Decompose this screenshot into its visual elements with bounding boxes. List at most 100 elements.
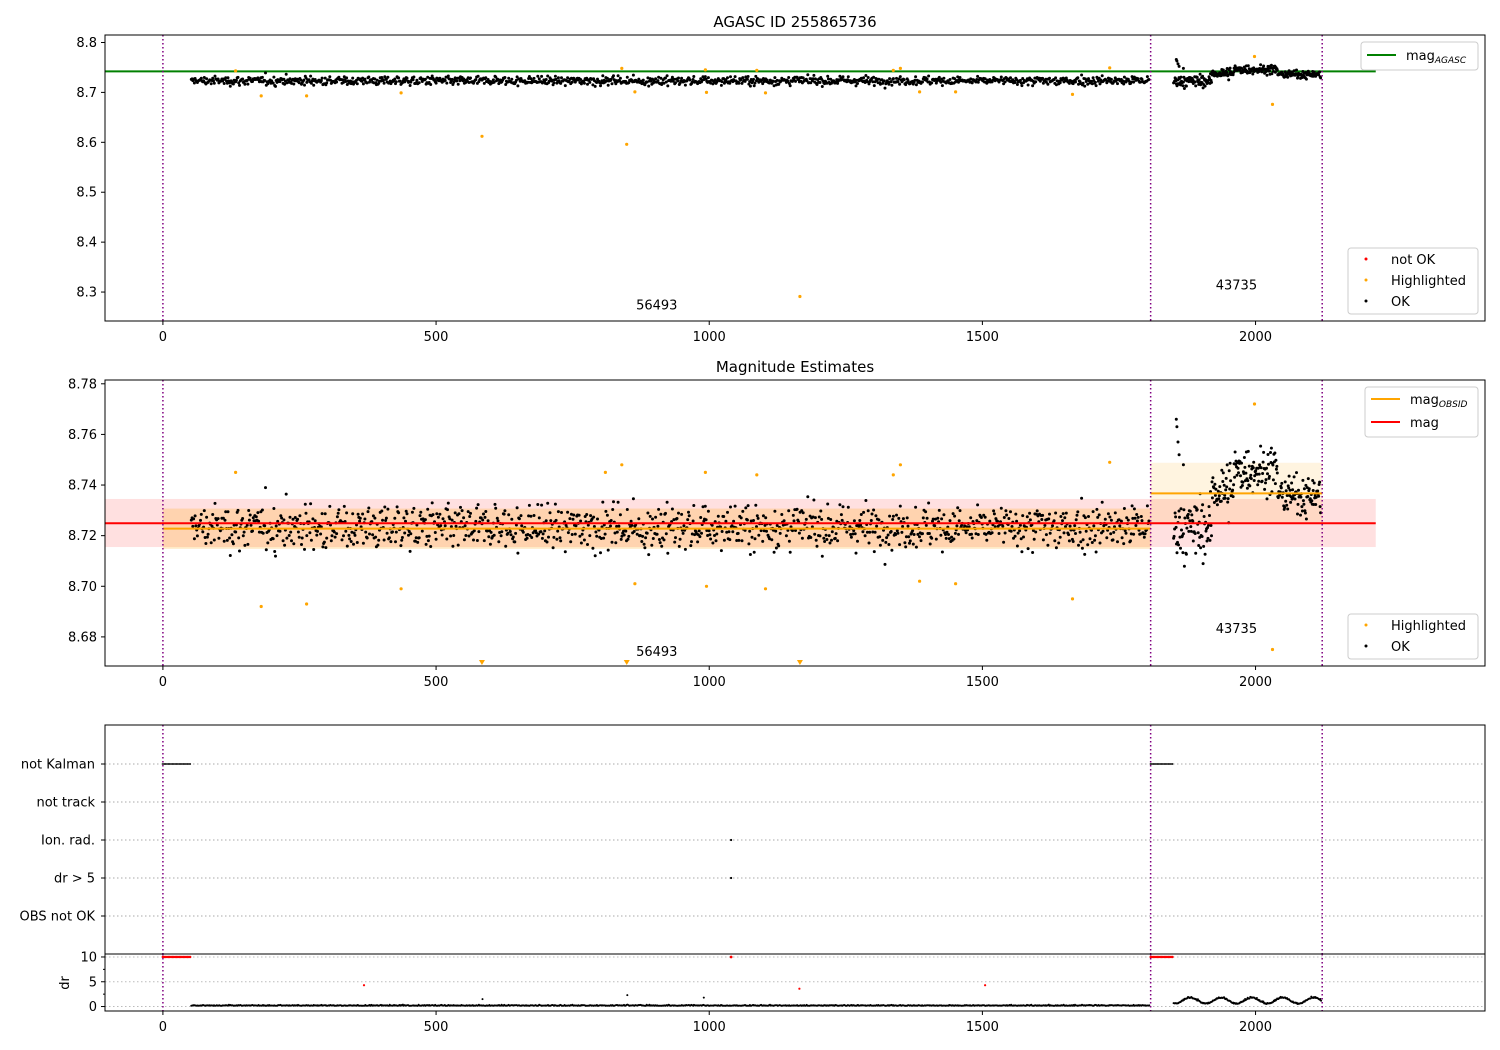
ok-point — [834, 532, 838, 536]
magnitude-ytick-label: 8.76 — [68, 428, 97, 443]
ok-point — [748, 529, 752, 533]
ok-point — [724, 519, 728, 523]
ok-point — [1263, 487, 1267, 491]
agasc-xtick-label: 1500 — [966, 330, 999, 345]
ok-point — [746, 75, 750, 78]
ok-point — [1265, 497, 1269, 501]
ok-point — [858, 519, 862, 522]
figure: AGASC ID 255865736 5649343735 0 500 1000 15… — [0, 0, 1500, 1050]
ok-point — [1034, 530, 1038, 534]
ok-point — [507, 513, 511, 517]
ok-point — [809, 536, 813, 539]
ok-point — [374, 535, 378, 539]
ok-point — [586, 543, 589, 546]
ok-point — [1179, 507, 1183, 511]
dr-xtick-label: 1500 — [966, 1020, 999, 1035]
ok-point — [588, 80, 592, 84]
ok-point — [729, 75, 732, 79]
ok-point — [862, 76, 866, 80]
ok-point — [366, 510, 370, 514]
ok-point — [340, 538, 344, 542]
ok-point — [464, 534, 468, 537]
ok-point — [1311, 479, 1315, 482]
flag-row-label: not track — [36, 796, 95, 811]
ok-point — [241, 77, 245, 81]
ok-point — [1080, 73, 1084, 77]
ok-point — [1311, 489, 1315, 492]
ok-point — [580, 532, 584, 536]
ok-point — [839, 513, 843, 517]
dr-xtick-label: 0 — [159, 1020, 167, 1035]
ok-point — [363, 77, 367, 81]
flag-point — [1171, 763, 1174, 765]
ok-point — [1261, 460, 1265, 464]
ok-point — [883, 86, 887, 90]
ok-point — [397, 511, 401, 515]
ok-point — [408, 549, 412, 553]
ok-point — [881, 538, 885, 542]
ok-point — [482, 512, 485, 516]
ok-point — [1229, 479, 1233, 483]
ok-point — [457, 512, 461, 516]
ok-point — [1225, 463, 1229, 467]
ok-point — [1213, 482, 1217, 486]
ok-point — [698, 535, 702, 539]
ok-point — [1319, 76, 1323, 80]
ok-point — [568, 517, 572, 521]
ok-point — [864, 499, 868, 502]
agasc-ytick-label: 8.4 — [76, 236, 97, 251]
ok-point — [1236, 466, 1240, 470]
agasc-xtick-label: 1000 — [693, 330, 726, 345]
ok-point — [1015, 544, 1019, 548]
ok-point — [657, 507, 661, 511]
ok-point — [999, 75, 1003, 79]
ok-point — [1031, 551, 1035, 554]
ok-point — [1257, 479, 1261, 483]
ok-point — [1177, 64, 1181, 68]
ok-point — [1268, 69, 1271, 73]
ok-point — [765, 529, 768, 533]
ok-point — [344, 529, 348, 533]
ok-point — [1210, 534, 1213, 538]
ok-point — [1177, 543, 1180, 547]
ok-point — [574, 524, 578, 528]
ok-point — [852, 519, 856, 523]
ok-point — [335, 532, 339, 536]
ok-point — [813, 532, 817, 536]
dr-ytick-label: 5 — [89, 975, 97, 990]
ok-point — [806, 73, 810, 77]
ok-point — [1306, 477, 1310, 481]
ok-point — [349, 540, 353, 543]
ok-point — [260, 75, 264, 79]
ok-point — [443, 524, 447, 528]
ok-point — [1109, 77, 1113, 81]
ok-point — [1090, 541, 1094, 544]
ok-point — [719, 83, 723, 87]
ok-point — [282, 518, 286, 522]
ok-point — [1264, 478, 1268, 482]
ok-point — [953, 514, 957, 518]
ok-point — [419, 510, 423, 514]
ok-point — [472, 538, 475, 542]
ok-point — [553, 74, 557, 78]
ok-point — [1210, 80, 1213, 84]
ok-point — [616, 74, 620, 78]
ok-point — [1219, 499, 1223, 503]
ok-point — [405, 512, 409, 516]
ok-point — [477, 530, 481, 534]
ok-point — [1203, 84, 1207, 88]
ok-point — [925, 516, 929, 520]
ok-point — [403, 531, 407, 535]
ok-point — [1314, 503, 1318, 506]
ok-point — [1275, 464, 1279, 468]
ok-point — [292, 542, 296, 546]
ok-point — [1028, 511, 1032, 515]
ok-point — [1108, 515, 1112, 519]
ok-point — [570, 80, 574, 84]
ok-point — [1120, 536, 1124, 540]
ok-point — [1300, 505, 1304, 509]
highlighted-point — [763, 91, 768, 95]
legend-marker-ok-2 — [1364, 644, 1368, 648]
ok-point — [536, 74, 540, 78]
ok-point — [499, 534, 503, 538]
